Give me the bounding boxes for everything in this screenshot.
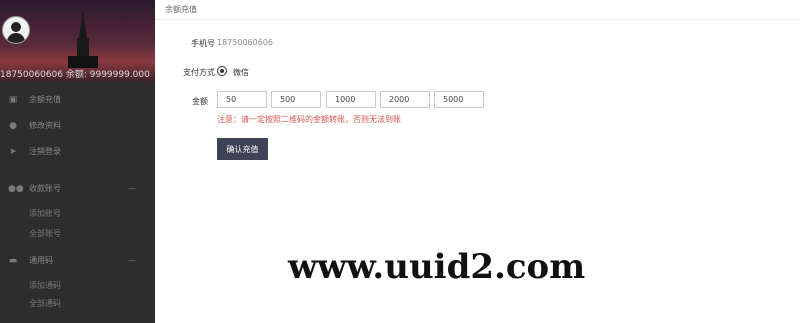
card-icon: ▬: [8, 256, 18, 266]
sidebar-item-label: 余额充值: [29, 95, 61, 104]
divider: [155, 19, 800, 20]
phone-label: 手机号: [191, 39, 215, 48]
church-spire-image: [68, 8, 98, 68]
profile-balance-line: 18750060606 余额: 9999999.000: [0, 70, 150, 80]
sidebar-item-label: 注销登录: [29, 147, 61, 156]
amount-option-2000[interactable]: 2000: [380, 91, 430, 108]
user-icon: ●: [9, 121, 17, 131]
sidebar-subitem-add-account[interactable]: 添加账号: [29, 207, 61, 221]
sidebar-item-edit-profile[interactable]: ● 修改资料: [0, 116, 155, 136]
page-title: 余额充值: [165, 5, 197, 14]
lock-icon: ▣: [8, 95, 18, 105]
amount-option-500[interactable]: 500: [271, 91, 321, 108]
wechat-radio[interactable]: [217, 66, 227, 76]
profile-header: 18750060606 余额: 9999999.000: [0, 0, 155, 82]
notice-text: 注意：请一定按照二维码的金额转账，否则无法到账: [217, 115, 401, 124]
sidebar-item-recharge[interactable]: ▣ 余额充值: [0, 90, 155, 110]
sidebar-item-label: 修改资料: [29, 121, 61, 130]
collapse-icon: —: [128, 256, 136, 265]
sidebar-item-label: 通用码: [29, 256, 53, 265]
sidebar: 18750060606 余额: 9999999.000 ▣ 余额充值 ● 修改资…: [0, 0, 155, 323]
sidebar-subitem-add-code[interactable]: 添加通码: [29, 279, 61, 293]
sidebar-subitem-all-codes[interactable]: 全部通码: [29, 297, 61, 311]
collapse-icon: —: [128, 184, 136, 193]
sidebar-subitem-all-accounts[interactable]: 全部账号: [29, 227, 61, 241]
amount-label: 金额: [192, 97, 208, 106]
amount-option-1000[interactable]: 1000: [326, 91, 376, 108]
phone-value: 18750060606: [217, 38, 273, 47]
logout-icon: ➤: [9, 147, 17, 157]
wechat-option-label[interactable]: 微信: [233, 67, 249, 78]
sidebar-item-universal-code[interactable]: ▬ 通用码 —: [0, 251, 155, 271]
sidebar-item-logout[interactable]: ➤ 注销登录: [0, 142, 155, 162]
sidebar-item-receiving-accounts[interactable]: ●● 收款账号 —: [0, 179, 155, 199]
amount-option-5000[interactable]: 5000: [434, 91, 484, 108]
amount-option-50[interactable]: 50: [217, 91, 267, 108]
watermark: www.uuid2.com: [288, 247, 586, 287]
sidebar-item-label: 收款账号: [29, 184, 61, 193]
confirm-recharge-button[interactable]: 确认充值: [217, 138, 268, 160]
avatar[interactable]: [2, 16, 30, 44]
pay-method-label: 支付方式: [183, 68, 215, 77]
users-icon: ●●: [8, 184, 24, 194]
